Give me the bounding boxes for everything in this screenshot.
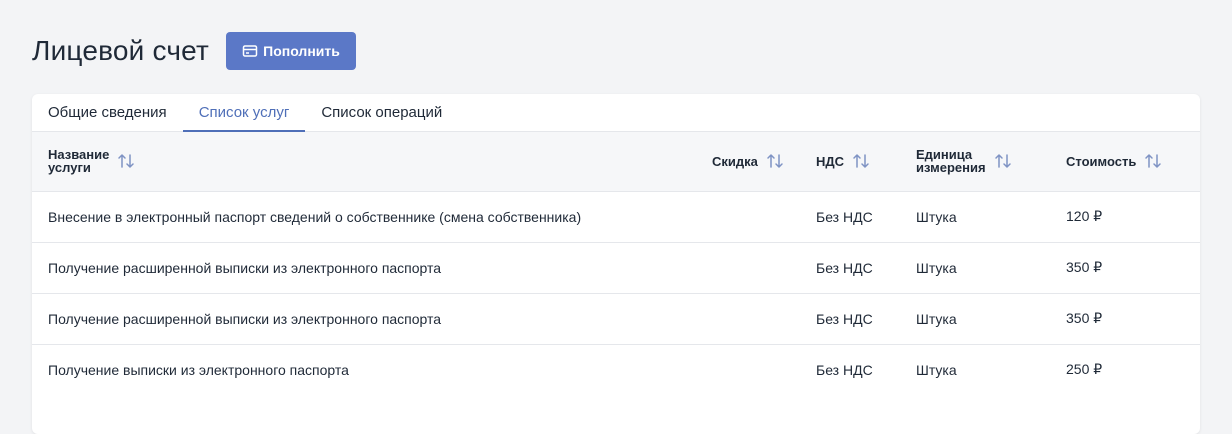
page-title: Лицевой счет: [32, 35, 210, 66]
cell-vat: Без НДС: [816, 259, 873, 276]
column-header-vat-label: НДС: [816, 153, 845, 169]
column-header-vat: НДС: [816, 132, 916, 191]
column-header-name-line2: услуги: [48, 160, 91, 176]
column-header-unit: Единица измерения: [916, 132, 1066, 191]
sort-arrows-icon[interactable]: [766, 152, 784, 170]
sort-arrows-icon[interactable]: [994, 152, 1012, 170]
cell-service-name: Получение расширенной выписки из электро…: [48, 310, 442, 327]
column-header-name: Название услуги: [32, 132, 712, 191]
cell-vat: Без НДС: [816, 361, 873, 378]
table-row: Получение выписки из электронного паспор…: [32, 344, 1200, 395]
table-row: Получение расширенной выписки из электро…: [32, 293, 1200, 344]
tab-label: Общие сведения: [48, 104, 167, 121]
cell-service-name: Получение расширенной выписки из электро…: [48, 259, 442, 276]
cell-vat: Без НДС: [816, 208, 873, 225]
sort-arrows-icon[interactable]: [117, 152, 135, 170]
tab-services-list[interactable]: Список услуг: [182, 94, 306, 132]
column-header-cost: Стоимость: [1066, 132, 1200, 191]
cell-vat: Без НДС: [816, 310, 873, 327]
cell-discount: [712, 344, 816, 395]
sort-arrows-icon[interactable]: [852, 152, 870, 170]
sort-arrows-icon[interactable]: [1144, 152, 1162, 170]
cell-service-name: Получение выписки из электронного паспор…: [48, 361, 349, 378]
table-header-row: Название услуги Скидка НДС Единица измер…: [32, 132, 1200, 191]
cell-discount: [712, 242, 816, 293]
tab-operations-list[interactable]: Список операций: [305, 94, 458, 131]
tab-general-info[interactable]: Общие сведения: [32, 94, 183, 131]
cell-cost: 250 ₽: [1066, 361, 1103, 378]
column-header-discount-label: Скидка: [712, 153, 758, 169]
tab-label: Список услуг: [198, 104, 290, 121]
cell-unit: Штука: [916, 259, 957, 276]
column-header-discount: Скидка: [712, 132, 816, 191]
column-header-cost-label: Стоимость: [1066, 153, 1137, 169]
cell-unit: Штука: [916, 361, 957, 378]
tab-label: Список операций: [321, 104, 443, 121]
page-header: Лицевой счет Пополнить: [32, 32, 357, 70]
cell-cost: 120 ₽: [1066, 208, 1103, 224]
cell-unit: Штука: [916, 208, 957, 225]
cell-cost: 350 ₽: [1066, 310, 1103, 326]
services-table: Название услуги Скидка НДС Единица измер…: [32, 132, 1200, 395]
topup-button-label: Пополнить: [263, 43, 340, 59]
cell-unit: Штука: [916, 310, 957, 327]
cell-discount: [712, 191, 816, 242]
column-header-unit-line2: измерения: [916, 160, 986, 176]
topup-button[interactable]: Пополнить: [226, 32, 357, 70]
credit-card-icon: [242, 43, 258, 59]
tab-bar: Общие сведения Список услуг Список опера…: [32, 94, 1200, 132]
cell-service-name: Внесение в электронный паспорт сведений …: [48, 208, 582, 225]
cell-cost: 350 ₽: [1066, 259, 1103, 275]
services-card: Общие сведения Список услуг Список опера…: [32, 94, 1200, 434]
cell-discount: [712, 293, 816, 344]
table-row: Получение расширенной выписки из электро…: [32, 242, 1200, 293]
table-row: Внесение в электронный паспорт сведений …: [32, 191, 1200, 242]
